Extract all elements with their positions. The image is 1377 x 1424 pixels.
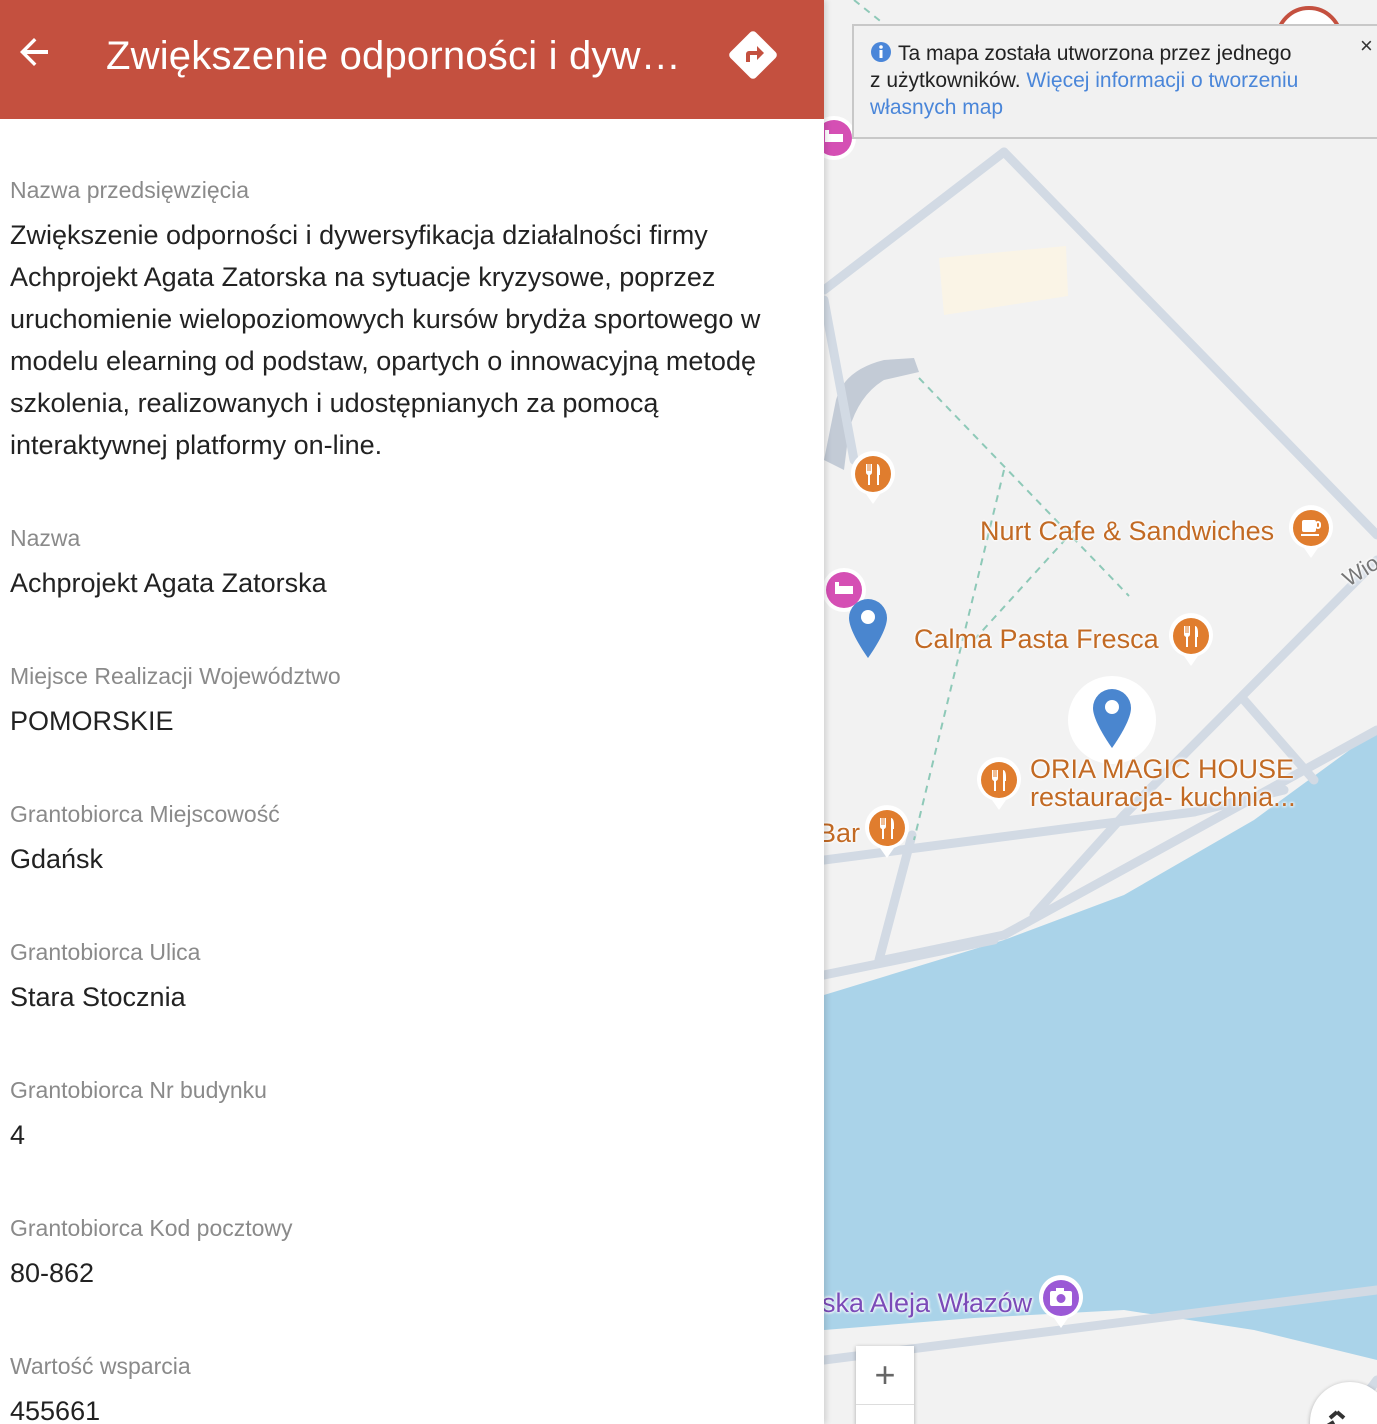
field-label: Grantobiorca Kod pocztowy [10, 1215, 293, 1241]
field-value: 455661 [10, 1396, 101, 1424]
directions-button[interactable] [726, 28, 780, 82]
field-name: Nazwa Achprojekt Agata Zatorska [10, 524, 800, 662]
zoom-controls: + [856, 1346, 914, 1424]
place-label[interactable]: restauracja- kuchnia... [1030, 782, 1296, 813]
field-label: Miejsce Realizacji Województwo [10, 663, 341, 689]
field-building-number: Grantobiorca Nr budynku 4 [10, 1076, 800, 1214]
back-button[interactable] [10, 28, 58, 76]
field-value: Gdańsk [10, 844, 104, 874]
info-icon [871, 42, 891, 62]
map-corner-button[interactable] [1310, 1382, 1377, 1424]
field-label: Grantobiorca Ulica [10, 939, 201, 965]
place-label[interactable]: Bar [824, 818, 860, 849]
field-label: Grantobiorca Nr budynku [10, 1077, 267, 1103]
restaurant-icon[interactable] [974, 756, 1024, 812]
location-marker-icon[interactable] [845, 596, 891, 660]
arrow-back-icon [20, 38, 48, 66]
field-value: POMORSKIE [10, 706, 174, 736]
building-shape [939, 246, 1068, 315]
field-list: Nazwa przedsięwzięcia Zwiększenie odporn… [10, 176, 800, 1424]
field-value: Zwiększenie odporności i dywersyfikacja … [10, 220, 761, 460]
field-label: Nazwa przedsięwzięcia [10, 177, 250, 203]
place-label[interactable]: ska Aleja Włazów [824, 1288, 1032, 1319]
restaurant-icon[interactable] [1166, 612, 1216, 668]
place-label[interactable]: ORIA MAGIC HOUSE [1030, 754, 1294, 785]
restaurant-icon[interactable] [862, 804, 912, 860]
notice-line-1: Ta mapa została utworzona przez jednego [898, 42, 1292, 65]
directions-icon [729, 31, 777, 79]
camera-icon[interactable] [1036, 1274, 1086, 1330]
field-value: Achprojekt Agata Zatorska [10, 568, 327, 598]
zoom-in-button[interactable]: + [856, 1346, 914, 1404]
map-view[interactable]: Nurt Cafe & Sandwiches Calma Pasta Fresc… [824, 0, 1377, 1424]
field-label: Nazwa [10, 525, 81, 551]
notice-text: Ta mapa została utworzona przez jednego … [870, 40, 1364, 121]
panel-header: Zwiększenie odporności i dyw… [0, 0, 824, 119]
page-title: Zwiększenie odporności i dyw… [106, 34, 681, 78]
close-icon[interactable]: × [1360, 32, 1377, 59]
field-street: Grantobiorca Ulica Stara Stocznia [10, 938, 800, 1076]
field-value: 80-862 [10, 1258, 95, 1288]
notice-line-2: z użytkowników. [870, 69, 1021, 92]
details-panel: Zwiększenie odporności i dyw… Nazwa prze… [0, 0, 824, 1424]
zoom-divider [856, 1404, 914, 1405]
field-postal-code: Grantobiorca Kod pocztowy 80-862 [10, 1214, 800, 1352]
field-label: Grantobiorca Miejscowość [10, 801, 280, 827]
field-support-value: Wartość wsparcia 455661 [10, 1352, 800, 1424]
place-label[interactable]: Nurt Cafe & Sandwiches [980, 516, 1274, 547]
coffee-icon[interactable] [1286, 504, 1336, 560]
restaurant-icon[interactable] [848, 450, 898, 506]
map-notice: Ta mapa została utworzona przez jednego … [852, 24, 1377, 139]
field-label: Wartość wsparcia [10, 1353, 191, 1379]
page: Zwiększenie odporności i dyw… Nazwa prze… [0, 0, 1377, 1424]
field-value: Stara Stocznia [10, 982, 186, 1012]
field-project-name: Nazwa przedsięwzięcia Zwiększenie odporn… [10, 176, 800, 524]
field-voivodeship: Miejsce Realizacji Województwo POMORSKIE [10, 662, 800, 800]
selected-location-marker-icon[interactable] [1089, 686, 1135, 750]
place-label[interactable]: Calma Pasta Fresca [914, 624, 1159, 655]
chevron-up-icon [1326, 1410, 1346, 1424]
field-value: 4 [10, 1120, 26, 1150]
field-city: Grantobiorca Miejscowość Gdańsk [10, 800, 800, 938]
